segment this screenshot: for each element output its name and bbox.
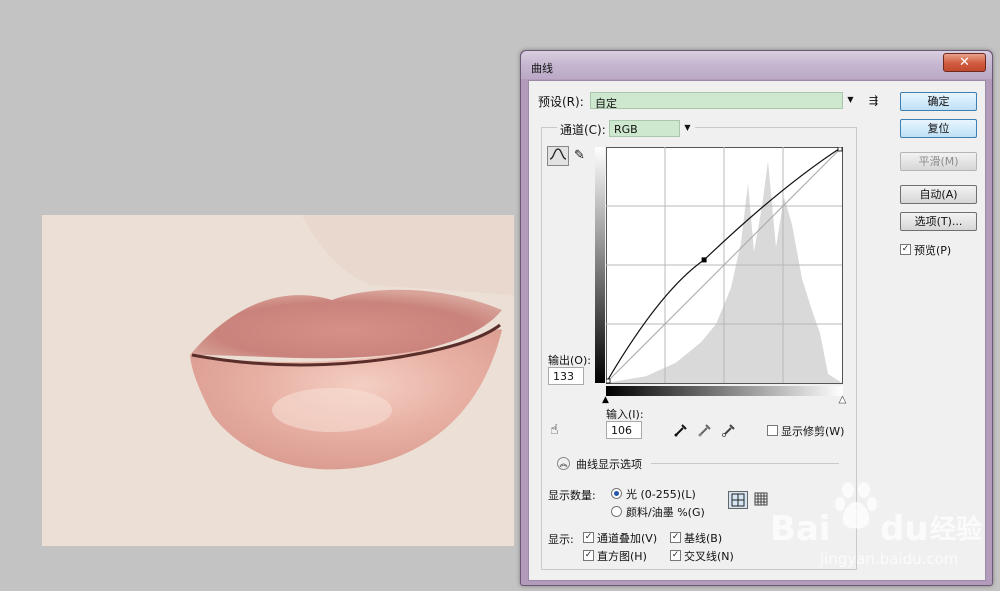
curve-tool-glyph (549, 148, 567, 160)
preview-checkbox[interactable]: ✓ (900, 244, 911, 255)
input-field[interactable]: 106 (606, 421, 642, 439)
svg-text:jingyan.baidu.com: jingyan.baidu.com (819, 550, 958, 568)
output-field[interactable]: 133 (548, 367, 584, 385)
pigment-radio[interactable] (611, 506, 622, 517)
eyedropper-gray-icon[interactable] (697, 422, 713, 438)
curve-endpoint-white[interactable] (837, 147, 843, 152)
close-button[interactable]: ✕ (943, 53, 986, 72)
output-label: 输出(O): (548, 354, 591, 367)
show-clipping-label: 显示修剪(W) (781, 425, 845, 438)
white-point-slider[interactable]: ▲ (839, 395, 847, 406)
ok-button[interactable]: 确定 (900, 92, 977, 111)
options-button[interactable]: 选项(T)... (900, 212, 977, 231)
svg-text:du: du (880, 509, 929, 549)
show-clipping-checkbox[interactable] (767, 425, 778, 436)
intersection-label: 交叉线(N) (684, 550, 734, 563)
grid-4-icon[interactable] (728, 491, 748, 509)
preset-select[interactable]: 自定 (590, 92, 843, 110)
hand-adjust-icon[interactable]: ☝ (550, 423, 559, 437)
preset-label: 预设(R): (538, 95, 584, 109)
show-amount-label: 显示数量: (548, 489, 596, 502)
smooth-button[interactable]: 平滑(M) (900, 152, 977, 171)
dialog-title: 曲线 (531, 62, 553, 75)
section-divider (651, 463, 839, 464)
light-option-label: 光 (0-255)(L) (626, 488, 696, 501)
channel-overlays-label: 通道叠加(V) (597, 532, 658, 545)
light-radio[interactable] (611, 488, 622, 499)
preset-options-icon[interactable]: ⇶ (869, 94, 878, 108)
curve-tool-icon[interactable] (547, 146, 569, 166)
lip-illustration (42, 215, 514, 546)
baseline-checkbox[interactable]: ✓ (670, 532, 681, 543)
channel-overlays-checkbox[interactable]: ✓ (583, 532, 594, 543)
preview-label: 预览(P) (914, 244, 952, 257)
svg-text:经验: 经验 (930, 514, 982, 545)
show-label: 显示: (548, 533, 574, 546)
chevron-up-icon[interactable]: ︽ (557, 457, 570, 470)
channel-label: 通道(C): (557, 121, 609, 138)
pencil-icon[interactable]: ✎ (574, 149, 585, 163)
reset-button[interactable]: 复位 (900, 119, 977, 138)
black-point-slider[interactable]: ▲ (602, 395, 609, 405)
svg-text:Bai: Bai (770, 509, 831, 549)
auto-button[interactable]: 自动(A) (900, 185, 977, 204)
curve-endpoint-black[interactable] (606, 378, 611, 384)
channel-dropdown-arrow[interactable]: ▼ (680, 120, 695, 137)
histogram-label: 直方图(H) (597, 550, 647, 563)
curve-graph[interactable] (606, 147, 843, 384)
eyedropper-black-icon[interactable] (673, 422, 689, 438)
eyedropper-white-icon[interactable] (721, 422, 737, 438)
output-gradient-bar (595, 147, 605, 383)
curve-display-options-label: 曲线显示选项 (576, 458, 642, 471)
pigment-option-label: 颜料/油墨 %(G) (626, 506, 705, 519)
histogram-checkbox[interactable]: ✓ (583, 550, 594, 561)
lip-photo (42, 215, 514, 546)
grid-4-glyph (731, 493, 745, 507)
title-bar: 曲线 ✕ (521, 51, 992, 79)
intersection-checkbox[interactable]: ✓ (670, 550, 681, 561)
baseline-label: 基线(B) (684, 532, 723, 545)
baidu-watermark: Bai du 经验 jingyan.baidu.com (770, 482, 982, 568)
channel-select[interactable]: RGB (609, 120, 680, 137)
input-gradient-bar (606, 386, 843, 396)
curve-control-point[interactable] (701, 257, 707, 263)
preset-dropdown-arrow[interactable]: ▼ (843, 92, 858, 109)
input-label: 输入(I): (606, 408, 644, 421)
